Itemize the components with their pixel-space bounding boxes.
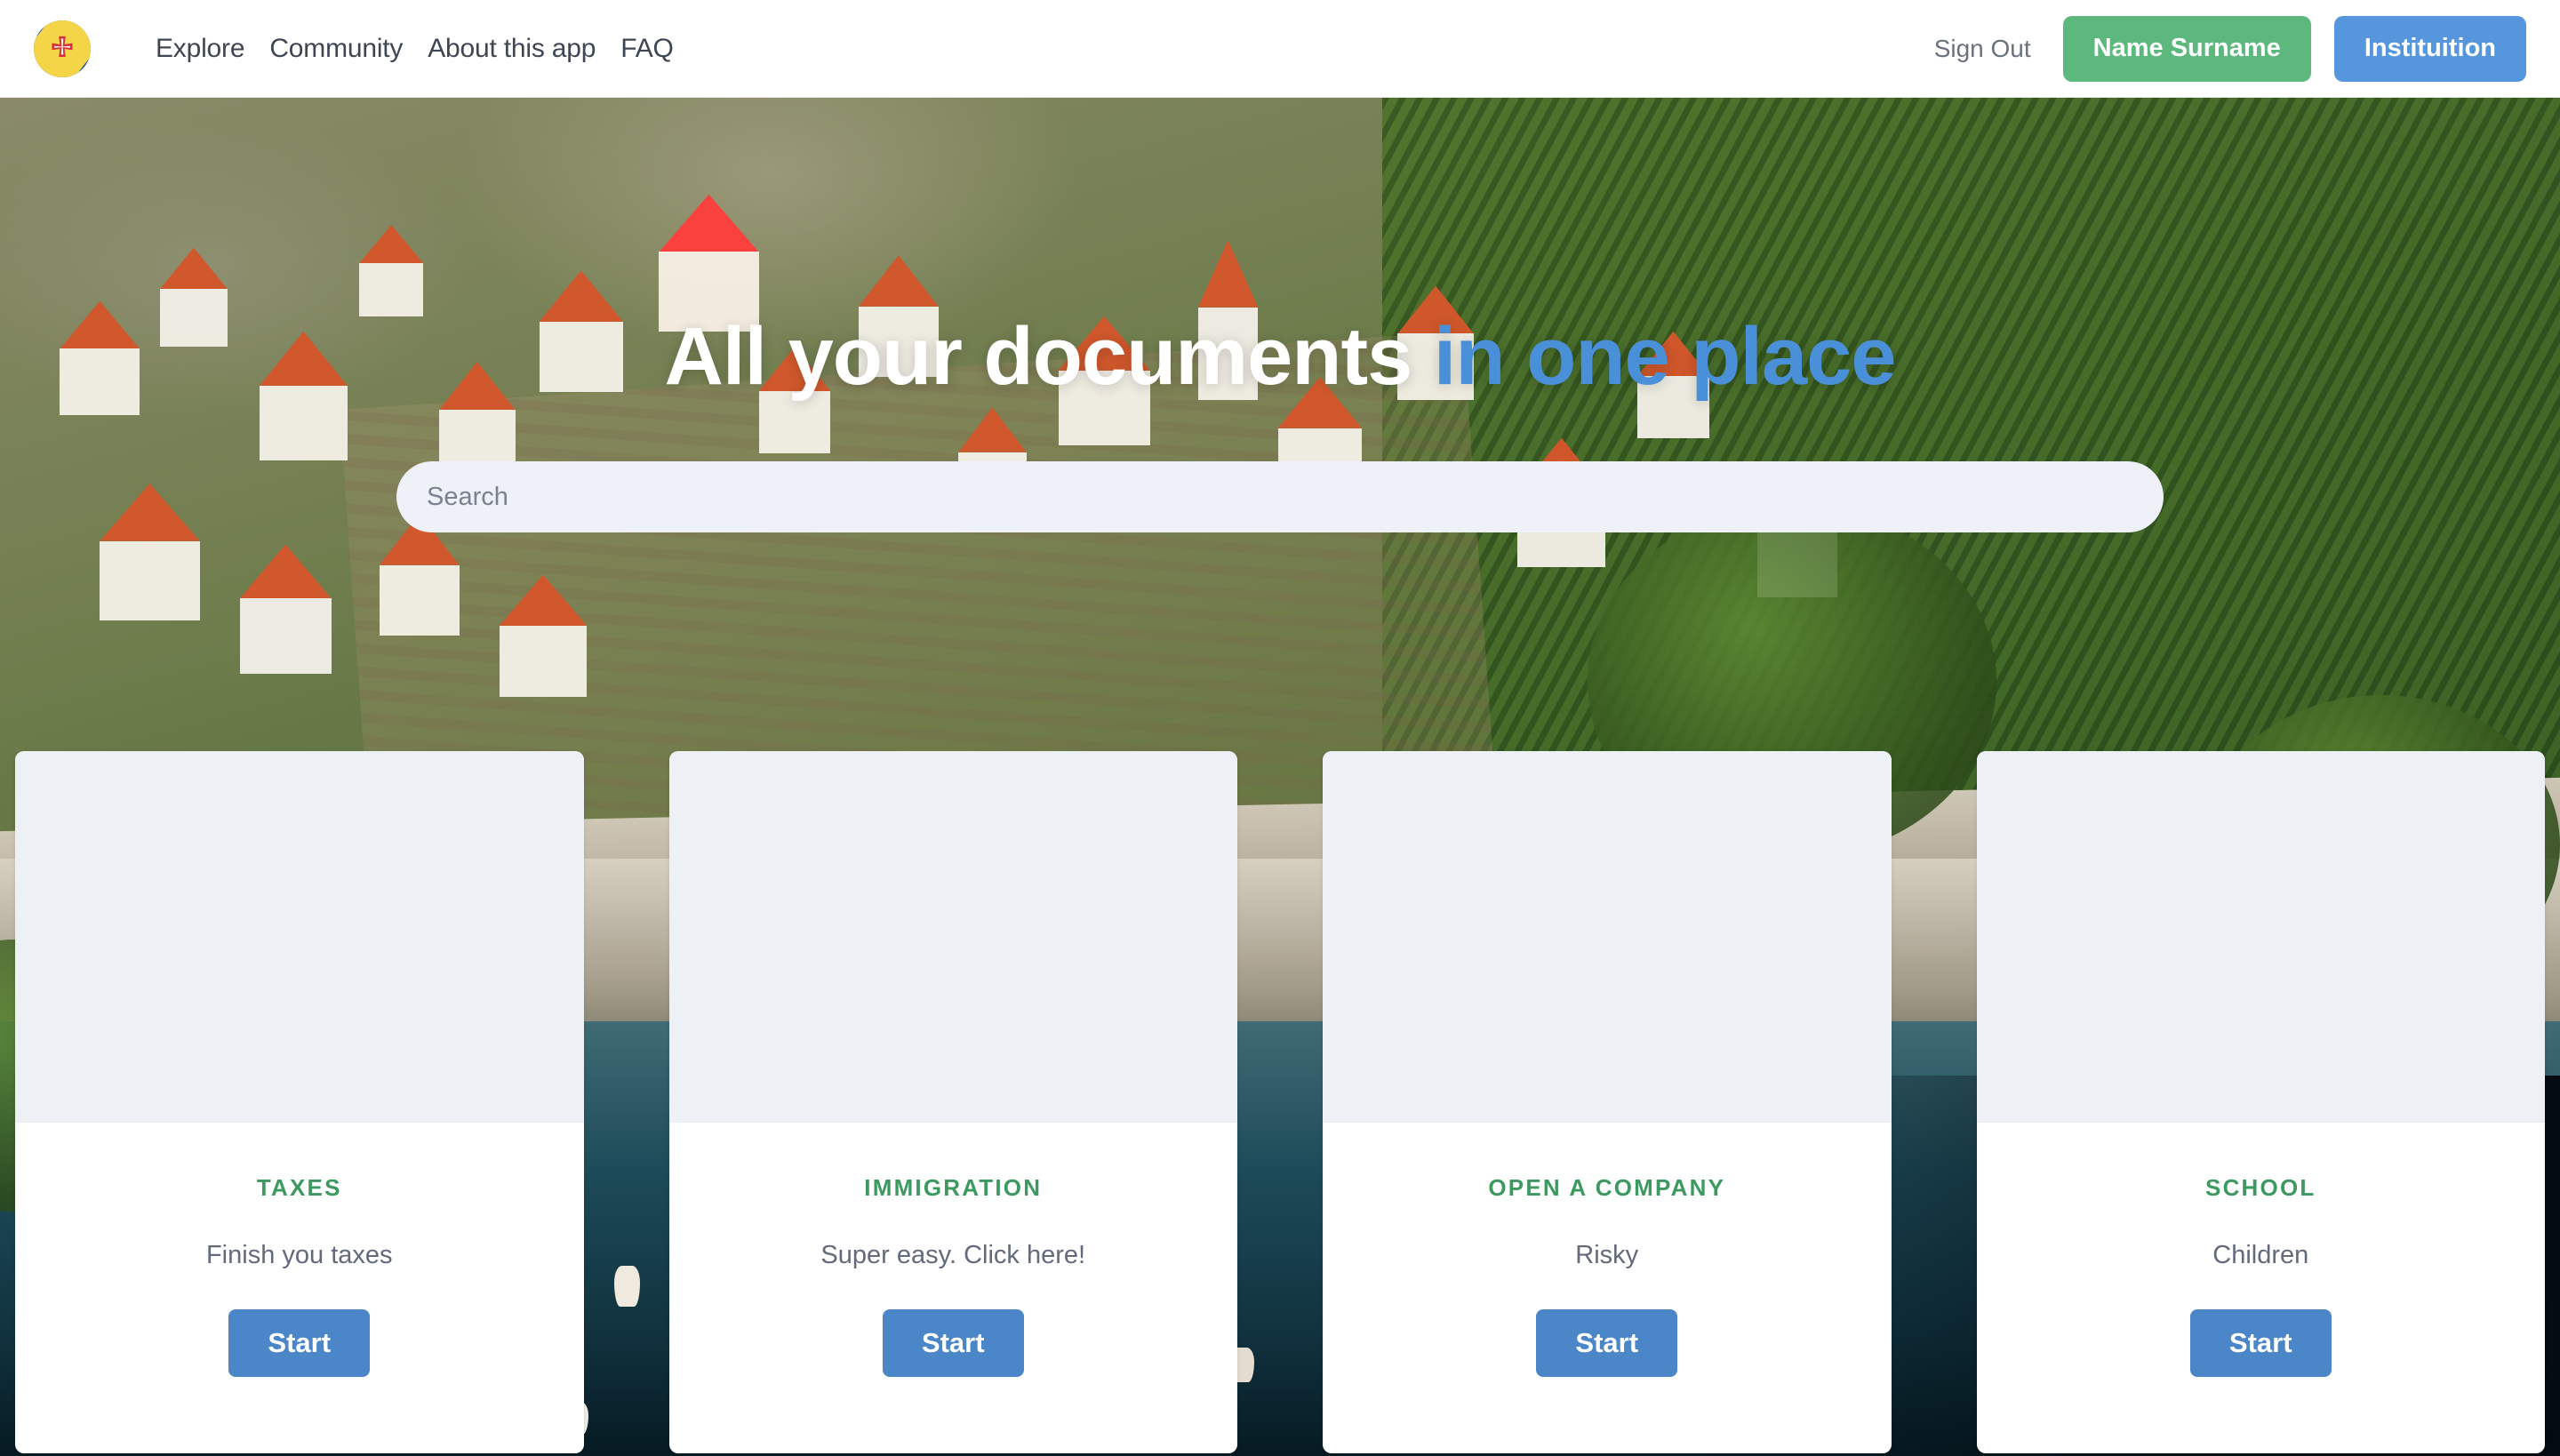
card-title: TAXES: [256, 1174, 342, 1201]
card-body: OPEN A COMPANY Risky Start: [1323, 1123, 1892, 1453]
start-button[interactable]: Start: [228, 1309, 371, 1377]
hero-section: All your documents in one place TAXES Fi…: [0, 98, 2560, 1456]
nav-link-about-this-app[interactable]: About this app: [415, 34, 608, 64]
category-card-open-a-company[interactable]: OPEN A COMPANY Risky Start: [1323, 751, 1892, 1453]
top-navigation-bar: Explore Community About this app FAQ Sig…: [0, 0, 2560, 98]
category-card-grid: TAXES Finish you taxes Start IMMIGRATION…: [15, 751, 2545, 1453]
nav-account-actions: Sign Out Name Surname Instituition: [1934, 15, 2526, 82]
primary-nav-links: Explore Community About this app FAQ: [143, 34, 686, 64]
nav-link-community[interactable]: Community: [257, 34, 415, 64]
card-image-placeholder: [668, 751, 1237, 1123]
category-card-school[interactable]: SCHOOL Children Start: [1976, 751, 2546, 1453]
page-root: Explore Community About this app FAQ Sig…: [0, 0, 2560, 1456]
start-button[interactable]: Start: [1536, 1309, 1678, 1377]
nav-link-faq[interactable]: FAQ: [608, 34, 685, 64]
start-button[interactable]: Start: [882, 1309, 1024, 1377]
madeira-flag-logo-icon: [34, 20, 91, 77]
card-description: Super easy. Click here!: [820, 1241, 1086, 1269]
institution-button[interactable]: Instituition: [2333, 15, 2526, 82]
start-button[interactable]: Start: [2189, 1309, 2332, 1377]
headline-part-accent: in one place: [1412, 311, 1897, 402]
card-body: TAXES Finish you taxes Start: [15, 1123, 584, 1453]
category-card-immigration[interactable]: IMMIGRATION Super easy. Click here! Star…: [668, 751, 1238, 1453]
category-card-taxes[interactable]: TAXES Finish you taxes Start: [15, 751, 584, 1453]
card-title: IMMIGRATION: [864, 1174, 1043, 1201]
card-body: SCHOOL Children Start: [1977, 1123, 2546, 1453]
card-image-placeholder: [15, 751, 584, 1123]
headline-part-primary: All your documents: [664, 311, 1412, 402]
nav-link-explore[interactable]: Explore: [143, 34, 257, 64]
page-title: All your documents in one place: [664, 316, 1896, 397]
card-title: SCHOOL: [2205, 1174, 2316, 1201]
sign-out-link[interactable]: Sign Out: [1934, 35, 2031, 63]
card-description: Finish you taxes: [205, 1241, 393, 1269]
card-description: Risky: [1575, 1241, 1639, 1269]
search-bar: [396, 461, 2164, 532]
card-body: IMMIGRATION Super easy. Click here! Star…: [669, 1123, 1238, 1453]
search-input[interactable]: [396, 461, 2164, 532]
brand-logo[interactable]: [34, 20, 91, 77]
card-title: OPEN A COMPANY: [1488, 1174, 1726, 1201]
cross-of-christ-icon: [52, 36, 73, 57]
card-image-placeholder: [1976, 751, 2545, 1123]
user-profile-button[interactable]: Name Surname: [2062, 15, 2311, 82]
card-description: Children: [2212, 1241, 2309, 1269]
card-image-placeholder: [1323, 751, 1892, 1123]
